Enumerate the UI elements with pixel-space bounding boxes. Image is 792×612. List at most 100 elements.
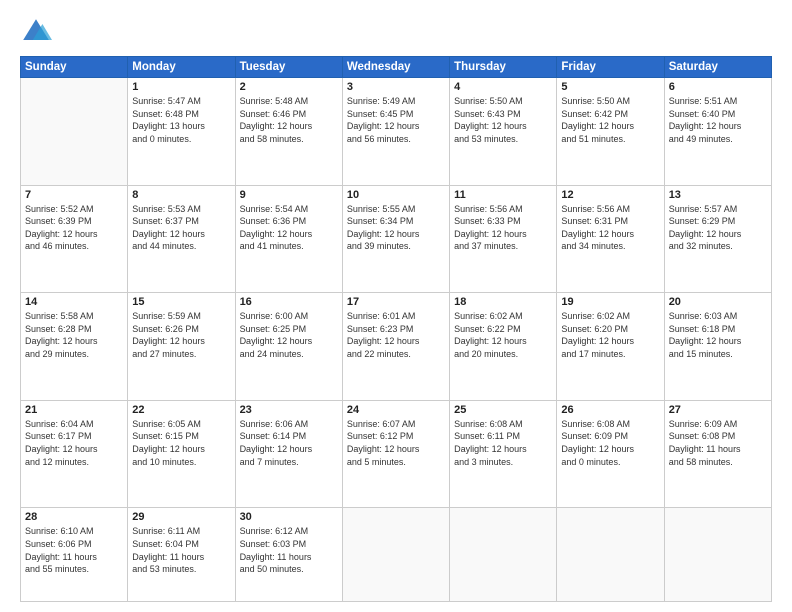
day-info: Sunrise: 6:01 AMSunset: 6:23 PMDaylight:… bbox=[347, 310, 445, 360]
day-number: 4 bbox=[454, 81, 552, 93]
calendar-cell: 4 Sunrise: 5:50 AMSunset: 6:43 PMDaylight… bbox=[450, 78, 557, 186]
weekday-header: Monday bbox=[128, 57, 235, 78]
calendar-cell: 30 Sunrise: 6:12 AMSunset: 6:03 PMDayligh… bbox=[235, 508, 342, 602]
weekday-header: Sunday bbox=[21, 57, 128, 78]
weekday-header: Thursday bbox=[450, 57, 557, 78]
day-number: 1 bbox=[132, 81, 230, 93]
calendar-cell: 27 Sunrise: 6:09 AMSunset: 6:08 PMDayligh… bbox=[664, 400, 771, 508]
calendar-cell: 29 Sunrise: 6:11 AMSunset: 6:04 PMDayligh… bbox=[128, 508, 235, 602]
day-number: 28 bbox=[25, 511, 123, 523]
day-info: Sunrise: 6:03 AMSunset: 6:18 PMDaylight:… bbox=[669, 310, 767, 360]
calendar-cell: 21 Sunrise: 6:04 AMSunset: 6:17 PMDayligh… bbox=[21, 400, 128, 508]
day-number: 26 bbox=[561, 404, 659, 416]
calendar-cell: 14Sunrise: 5:58 AMSunset: 6:28 PMDayligh… bbox=[21, 293, 128, 401]
day-number: 7 bbox=[25, 189, 123, 201]
calendar-cell: 20Sunrise: 6:03 AMSunset: 6:18 PMDayligh… bbox=[664, 293, 771, 401]
day-info: Sunrise: 5:47 AMSunset: 6:48 PMDaylight:… bbox=[132, 95, 230, 145]
calendar-week-row: 7 Sunrise: 5:52 AMSunset: 6:39 PMDaylight… bbox=[21, 185, 772, 293]
calendar-cell: 11Sunrise: 5:56 AMSunset: 6:33 PMDayligh… bbox=[450, 185, 557, 293]
weekday-header: Tuesday bbox=[235, 57, 342, 78]
day-number: 27 bbox=[669, 404, 767, 416]
calendar-cell: 15 Sunrise: 5:59 AMSunset: 6:26 PMDayligh… bbox=[128, 293, 235, 401]
day-info: Sunrise: 6:09 AMSunset: 6:08 PMDaylight:… bbox=[669, 418, 767, 468]
day-info: Sunrise: 5:55 AMSunset: 6:34 PMDaylight:… bbox=[347, 203, 445, 253]
weekday-header: Wednesday bbox=[342, 57, 449, 78]
day-number: 9 bbox=[240, 189, 338, 201]
calendar-week-row: 14Sunrise: 5:58 AMSunset: 6:28 PMDayligh… bbox=[21, 293, 772, 401]
calendar-cell bbox=[557, 508, 664, 602]
day-info: Sunrise: 5:50 AMSunset: 6:43 PMDaylight:… bbox=[454, 95, 552, 145]
logo-icon bbox=[20, 16, 52, 48]
day-info: Sunrise: 5:52 AMSunset: 6:39 PMDaylight:… bbox=[25, 203, 123, 253]
calendar-cell: 12 Sunrise: 5:56 AMSunset: 6:31 PMDayligh… bbox=[557, 185, 664, 293]
day-number: 6 bbox=[669, 81, 767, 93]
day-info: Sunrise: 5:59 AMSunset: 6:26 PMDaylight:… bbox=[132, 310, 230, 360]
day-number: 5 bbox=[561, 81, 659, 93]
day-number: 22 bbox=[132, 404, 230, 416]
calendar-week-row: 28 Sunrise: 6:10 AMSunset: 6:06 PMDayligh… bbox=[21, 508, 772, 602]
day-info: Sunrise: 6:08 AMSunset: 6:09 PMDaylight:… bbox=[561, 418, 659, 468]
day-number: 17 bbox=[347, 296, 445, 308]
day-info: Sunrise: 5:49 AMSunset: 6:45 PMDaylight:… bbox=[347, 95, 445, 145]
calendar-cell: 23 Sunrise: 6:06 AMSunset: 6:14 PMDayligh… bbox=[235, 400, 342, 508]
day-number: 25 bbox=[454, 404, 552, 416]
day-info: Sunrise: 6:00 AMSunset: 6:25 PMDaylight:… bbox=[240, 310, 338, 360]
weekday-header: Saturday bbox=[664, 57, 771, 78]
calendar-table: SundayMondayTuesdayWednesdayThursdayFrid… bbox=[20, 56, 772, 602]
calendar-cell bbox=[21, 78, 128, 186]
day-number: 21 bbox=[25, 404, 123, 416]
day-info: Sunrise: 6:06 AMSunset: 6:14 PMDaylight:… bbox=[240, 418, 338, 468]
weekday-header: Friday bbox=[557, 57, 664, 78]
day-number: 19 bbox=[561, 296, 659, 308]
day-number: 30 bbox=[240, 511, 338, 523]
day-number: 13 bbox=[669, 189, 767, 201]
calendar-cell: 28 Sunrise: 6:10 AMSunset: 6:06 PMDayligh… bbox=[21, 508, 128, 602]
page: SundayMondayTuesdayWednesdayThursdayFrid… bbox=[0, 0, 792, 612]
calendar-cell: 13Sunrise: 5:57 AMSunset: 6:29 PMDayligh… bbox=[664, 185, 771, 293]
day-number: 2 bbox=[240, 81, 338, 93]
calendar-cell: 19 Sunrise: 6:02 AMSunset: 6:20 PMDayligh… bbox=[557, 293, 664, 401]
day-number: 16 bbox=[240, 296, 338, 308]
day-number: 10 bbox=[347, 189, 445, 201]
day-info: Sunrise: 6:05 AMSunset: 6:15 PMDaylight:… bbox=[132, 418, 230, 468]
day-number: 8 bbox=[132, 189, 230, 201]
day-number: 23 bbox=[240, 404, 338, 416]
calendar-week-row: 1 Sunrise: 5:47 AMSunset: 6:48 PMDaylight… bbox=[21, 78, 772, 186]
header bbox=[20, 16, 772, 48]
calendar-cell: 10 Sunrise: 5:55 AMSunset: 6:34 PMDayligh… bbox=[342, 185, 449, 293]
calendar-cell: 16 Sunrise: 6:00 AMSunset: 6:25 PMDayligh… bbox=[235, 293, 342, 401]
day-number: 29 bbox=[132, 511, 230, 523]
day-info: Sunrise: 6:08 AMSunset: 6:11 PMDaylight:… bbox=[454, 418, 552, 468]
calendar-cell: 22 Sunrise: 6:05 AMSunset: 6:15 PMDayligh… bbox=[128, 400, 235, 508]
day-info: Sunrise: 6:12 AMSunset: 6:03 PMDaylight:… bbox=[240, 525, 338, 575]
calendar-cell: 26 Sunrise: 6:08 AMSunset: 6:09 PMDayligh… bbox=[557, 400, 664, 508]
calendar-cell: 25 Sunrise: 6:08 AMSunset: 6:11 PMDayligh… bbox=[450, 400, 557, 508]
day-info: Sunrise: 6:07 AMSunset: 6:12 PMDaylight:… bbox=[347, 418, 445, 468]
day-number: 3 bbox=[347, 81, 445, 93]
day-number: 24 bbox=[347, 404, 445, 416]
calendar-week-row: 21 Sunrise: 6:04 AMSunset: 6:17 PMDayligh… bbox=[21, 400, 772, 508]
calendar-cell: 3 Sunrise: 5:49 AMSunset: 6:45 PMDaylight… bbox=[342, 78, 449, 186]
day-number: 12 bbox=[561, 189, 659, 201]
calendar-cell: 17 Sunrise: 6:01 AMSunset: 6:23 PMDayligh… bbox=[342, 293, 449, 401]
day-info: Sunrise: 6:02 AMSunset: 6:22 PMDaylight:… bbox=[454, 310, 552, 360]
day-info: Sunrise: 5:50 AMSunset: 6:42 PMDaylight:… bbox=[561, 95, 659, 145]
day-info: Sunrise: 5:56 AMSunset: 6:31 PMDaylight:… bbox=[561, 203, 659, 253]
day-number: 11 bbox=[454, 189, 552, 201]
logo bbox=[20, 16, 56, 48]
day-info: Sunrise: 6:02 AMSunset: 6:20 PMDaylight:… bbox=[561, 310, 659, 360]
calendar-cell: 9 Sunrise: 5:54 AMSunset: 6:36 PMDaylight… bbox=[235, 185, 342, 293]
calendar-cell bbox=[342, 508, 449, 602]
day-info: Sunrise: 5:53 AMSunset: 6:37 PMDaylight:… bbox=[132, 203, 230, 253]
day-info: Sunrise: 6:04 AMSunset: 6:17 PMDaylight:… bbox=[25, 418, 123, 468]
day-info: Sunrise: 5:48 AMSunset: 6:46 PMDaylight:… bbox=[240, 95, 338, 145]
calendar-cell bbox=[450, 508, 557, 602]
calendar-cell: 18Sunrise: 6:02 AMSunset: 6:22 PMDayligh… bbox=[450, 293, 557, 401]
day-info: Sunrise: 6:11 AMSunset: 6:04 PMDaylight:… bbox=[132, 525, 230, 575]
calendar-cell: 2 Sunrise: 5:48 AMSunset: 6:46 PMDaylight… bbox=[235, 78, 342, 186]
day-info: Sunrise: 5:54 AMSunset: 6:36 PMDaylight:… bbox=[240, 203, 338, 253]
day-info: Sunrise: 5:51 AMSunset: 6:40 PMDaylight:… bbox=[669, 95, 767, 145]
day-number: 15 bbox=[132, 296, 230, 308]
day-info: Sunrise: 6:10 AMSunset: 6:06 PMDaylight:… bbox=[25, 525, 123, 575]
weekday-header-row: SundayMondayTuesdayWednesdayThursdayFrid… bbox=[21, 57, 772, 78]
